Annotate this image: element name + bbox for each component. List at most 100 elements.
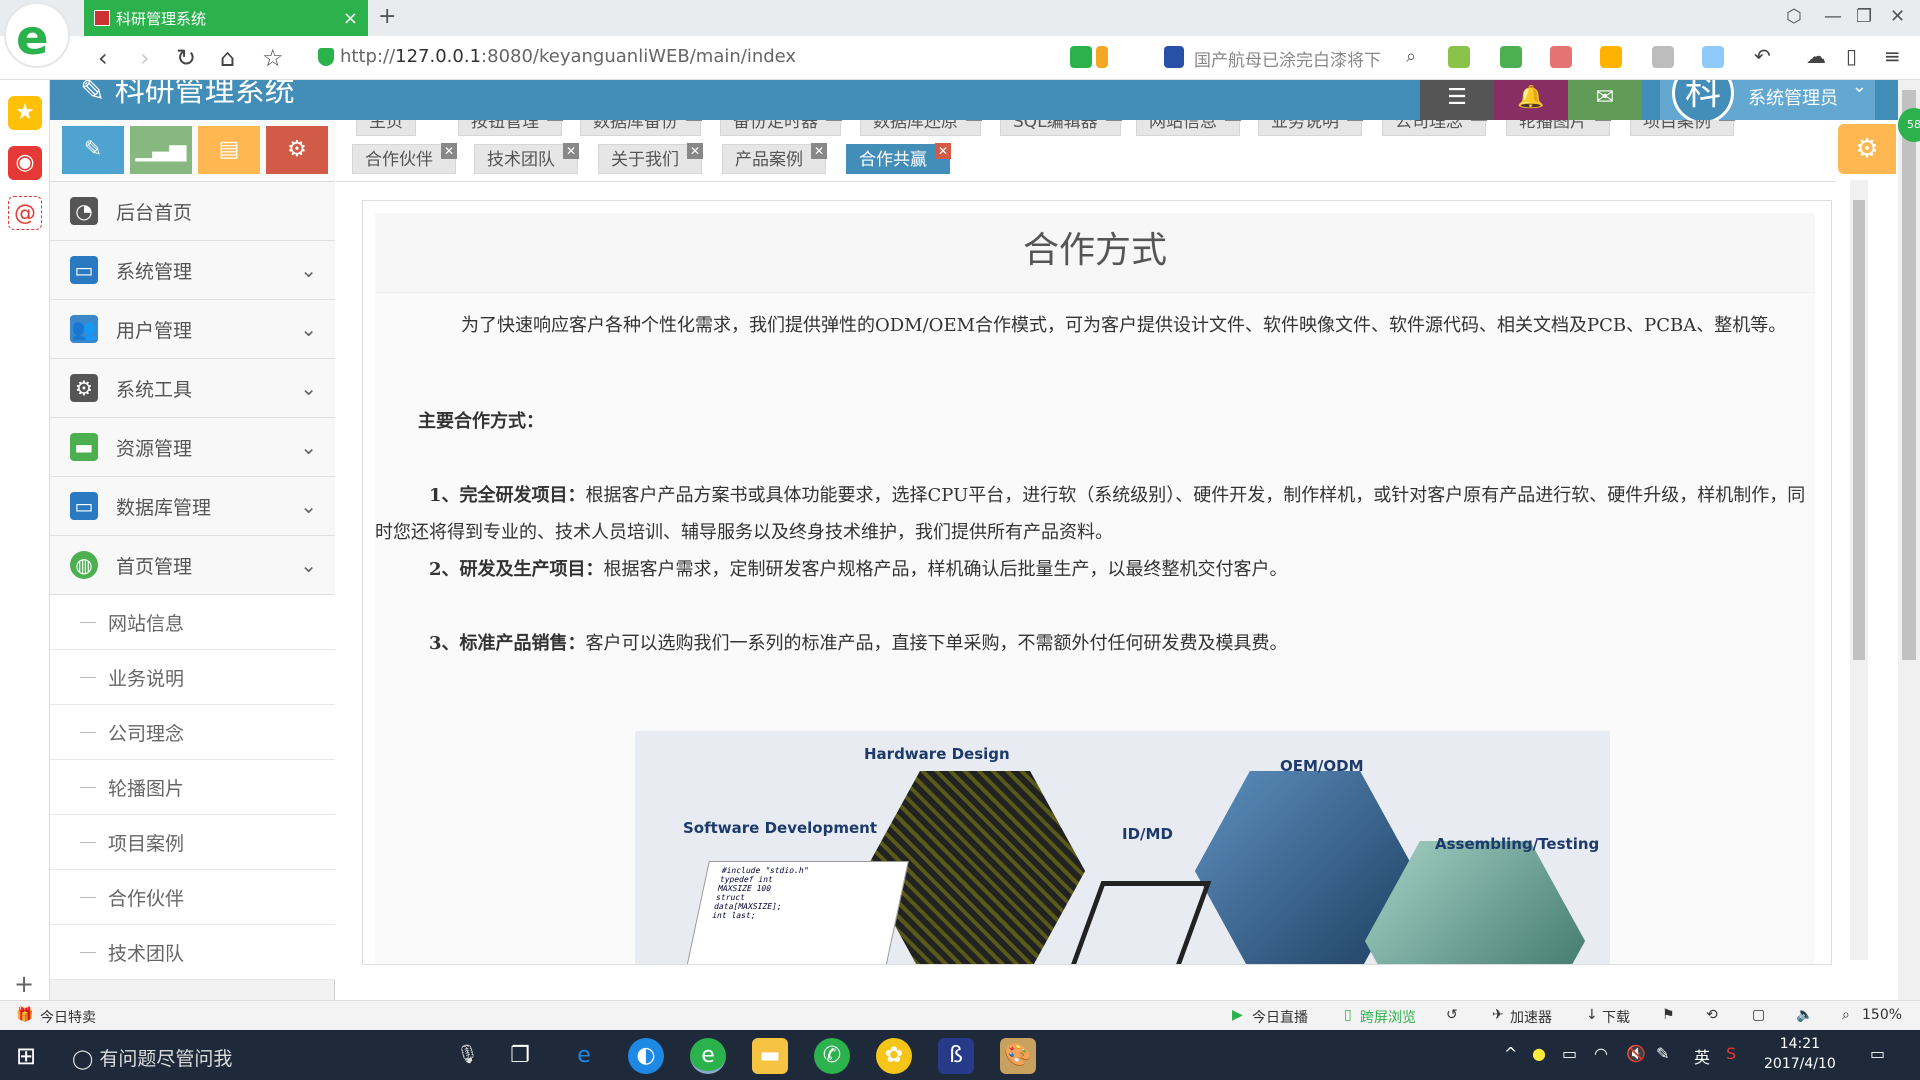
paint-icon[interactable]: 🎨 bbox=[1000, 1038, 1036, 1074]
sidebar-item-homepage[interactable]: ◍ 首页管理 ⌄ bbox=[50, 536, 335, 595]
tab-close-icon[interactable]: ✕ bbox=[966, 120, 982, 121]
tab-buttons[interactable]: 按钮管理✕ bbox=[458, 120, 563, 136]
tray-volume-mute-icon[interactable]: 🔇 bbox=[1626, 1044, 1646, 1063]
eclipse-app-icon[interactable]: ß bbox=[938, 1038, 974, 1074]
tasks-button[interactable]: ☰ bbox=[1420, 80, 1494, 120]
page-scrollbar[interactable] bbox=[1898, 80, 1920, 1000]
favorite-star-icon[interactable]: ☆ bbox=[262, 44, 284, 72]
tab-partners[interactable]: 合作伙伴 ✕ bbox=[352, 143, 457, 174]
cortana-search[interactable]: ◯ 有问题尽管问我 bbox=[72, 1044, 232, 1071]
notifications-bell-icon[interactable]: 🔔 bbox=[1494, 80, 1568, 120]
tab-about[interactable]: 关于我们 ✕ bbox=[598, 143, 703, 174]
tab-philosophy[interactable]: 公司理念✕ bbox=[1382, 120, 1487, 136]
new-tab-button[interactable]: + bbox=[378, 4, 396, 29]
search-engine-icon[interactable] bbox=[1164, 46, 1184, 68]
tab-close-icon[interactable]: ✕ bbox=[811, 143, 827, 159]
sidebar-subitem-philosophy[interactable]: 公司理念 bbox=[50, 705, 335, 760]
lightning-icon[interactable] bbox=[1096, 46, 1108, 68]
sidebar-item-database[interactable]: ▭ 数据库管理 ⌄ bbox=[50, 477, 335, 536]
tab-product-cases[interactable]: 产品案例 ✕ bbox=[722, 143, 827, 174]
back-button[interactable]: ‹ bbox=[98, 44, 108, 72]
game-icon[interactable] bbox=[1600, 46, 1622, 68]
sidebar-item-resources[interactable]: ▬ 资源管理 ⌄ bbox=[50, 418, 335, 477]
task-view-icon[interactable]: ❐ bbox=[502, 1038, 538, 1074]
tab-cooperation[interactable]: 合作共赢 ✕ bbox=[846, 143, 951, 174]
content-scrollbar[interactable] bbox=[1850, 180, 1868, 960]
history-icon[interactable]: ↺ bbox=[1446, 1007, 1458, 1023]
find-icon[interactable] bbox=[1702, 46, 1724, 68]
shortcut-settings-button[interactable]: ⚙ bbox=[266, 126, 328, 174]
action-center-icon[interactable]: ▭ bbox=[1870, 1044, 1885, 1063]
mobile-icon[interactable]: ▯ bbox=[1846, 44, 1857, 68]
favorites-star-icon[interactable]: ★ bbox=[8, 96, 42, 130]
fullscreen-icon[interactable]: ▢ bbox=[1752, 1007, 1765, 1023]
sidebar-subitem-team[interactable]: 技术团队 bbox=[50, 925, 335, 980]
ie-icon[interactable]: ◐ bbox=[628, 1038, 664, 1074]
search-icon[interactable]: ⌕ bbox=[1406, 46, 1416, 67]
mail-icon[interactable]: @ bbox=[8, 196, 42, 230]
sidebar-subitem-projects[interactable]: 项目案例 bbox=[50, 815, 335, 870]
tray-wifi-icon[interactable]: ◠ bbox=[1594, 1044, 1608, 1063]
tab-site-info[interactable]: 网站信息✕ bbox=[1136, 120, 1241, 136]
sidebar-subitem-carousel[interactable]: 轮播图片 bbox=[50, 760, 335, 815]
accelerator-link[interactable]: 加速器 bbox=[1510, 1007, 1552, 1027]
menu-icon[interactable]: ≡ bbox=[1884, 44, 1901, 68]
repair-icon[interactable]: ⟲ bbox=[1706, 1007, 1718, 1023]
sidebar-subitem-site-info[interactable]: 网站信息 bbox=[50, 595, 335, 650]
sidebar-subitem-business[interactable]: 业务说明 bbox=[50, 650, 335, 705]
cloud-icon[interactable]: ☁ bbox=[1806, 44, 1826, 68]
tab-home[interactable]: 主页 bbox=[356, 120, 416, 136]
undo-icon[interactable]: ↶ bbox=[1754, 44, 1771, 68]
file-explorer-icon[interactable]: ▬ bbox=[752, 1038, 788, 1074]
tab-projects[interactable]: 项目案例✕ bbox=[1630, 120, 1735, 136]
user-menu[interactable]: 科 系统管理员 ⌄ bbox=[1660, 80, 1875, 120]
browser-logo[interactable]: e bbox=[4, 2, 70, 68]
clock[interactable]: 14:21 2017/4/10 bbox=[1764, 1034, 1836, 1074]
sidebar-item-tools[interactable]: ⚙ 系统工具 ⌄ bbox=[50, 359, 335, 418]
weibo-icon[interactable]: ◉ bbox=[8, 146, 42, 180]
tab-close-icon[interactable]: ✕ bbox=[935, 143, 951, 159]
tray-sogou-icon[interactable]: S bbox=[1726, 1044, 1736, 1063]
tab-close-icon[interactable]: ✕ bbox=[686, 120, 702, 121]
wechat-icon[interactable]: ✆ bbox=[814, 1038, 850, 1074]
tray-security-icon[interactable]: ● bbox=[1532, 1044, 1546, 1063]
cross-screen-link[interactable]: 跨屏浏览 bbox=[1360, 1007, 1416, 1027]
windows-start-icon[interactable]: ⊞ bbox=[16, 1042, 36, 1070]
close-window-button[interactable]: ✕ bbox=[1890, 6, 1905, 27]
tab-close-icon[interactable]: × bbox=[343, 8, 358, 29]
volume-icon[interactable]: 🔈 bbox=[1796, 1007, 1813, 1023]
messages-envelope-icon[interactable]: ✉ bbox=[1568, 80, 1642, 120]
tab-sql-editor[interactable]: SQL编辑器✕ bbox=[1000, 120, 1122, 136]
sidebar-item-users[interactable]: 👥 用户管理 ⌄ bbox=[50, 300, 335, 359]
shortcut-edit-button[interactable]: ✎ bbox=[62, 126, 124, 174]
skin-icon[interactable]: ⬡ bbox=[1786, 6, 1802, 27]
tab-close-icon[interactable]: ✕ bbox=[441, 143, 457, 159]
tab-db-restore[interactable]: 数据库还原✕ bbox=[860, 120, 982, 136]
safety-icon[interactable] bbox=[1500, 46, 1522, 68]
edge-icon[interactable]: e bbox=[566, 1038, 602, 1074]
tab-backup-timer[interactable]: 备份定时器✕ bbox=[720, 120, 842, 136]
sidebar-item-dashboard[interactable]: ◔ 后台首页 bbox=[50, 182, 335, 241]
shortcut-chart-button[interactable]: ▁▃▅ bbox=[130, 126, 192, 174]
minimize-button[interactable]: — bbox=[1824, 6, 1842, 27]
shortcut-book-button[interactable]: ▤ bbox=[198, 126, 260, 174]
tab-close-icon[interactable]: ✕ bbox=[547, 120, 563, 121]
tab-close-icon[interactable]: ✕ bbox=[1105, 120, 1122, 121]
tab-close-icon[interactable]: ✕ bbox=[563, 143, 579, 159]
tab-close-icon[interactable]: ✕ bbox=[1595, 120, 1611, 121]
live-link[interactable]: 今日直播 bbox=[1252, 1007, 1308, 1027]
url-field[interactable]: http://127.0.0.1:8080/keyanguanliWEB/mai… bbox=[340, 46, 796, 67]
zoom-level[interactable]: 150% bbox=[1862, 1007, 1902, 1023]
360-browser-icon[interactable]: e bbox=[690, 1038, 726, 1074]
tray-pen-icon[interactable]: ✎ bbox=[1656, 1044, 1669, 1063]
browser-search-input[interactable]: 国产航母已涂完白漆将下 bbox=[1194, 46, 1381, 71]
reload-button[interactable]: ↻ bbox=[176, 44, 196, 72]
home-button[interactable]: ⌂ bbox=[220, 44, 235, 72]
tab-close-icon[interactable]: ✕ bbox=[826, 120, 842, 121]
tab-db-backup[interactable]: 数据库备份✕ bbox=[580, 120, 702, 136]
restore-button[interactable]: ❐ bbox=[1856, 6, 1872, 27]
ime-indicator[interactable]: 英 bbox=[1694, 1044, 1710, 1068]
speed-mode-icon[interactable] bbox=[1070, 46, 1092, 68]
settings-gear-button[interactable]: ⚙ bbox=[1838, 124, 1896, 174]
tab-close-icon[interactable]: ✕ bbox=[1225, 120, 1241, 121]
